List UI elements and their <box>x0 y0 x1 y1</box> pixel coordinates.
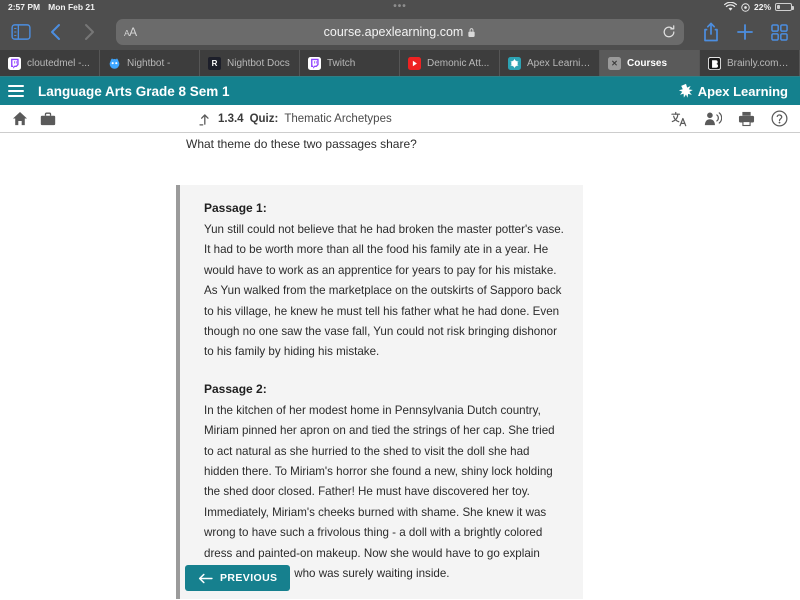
apex-icon <box>508 56 521 70</box>
location-icon <box>741 2 750 12</box>
battery-icon <box>775 3 794 11</box>
grid-icon[interactable] <box>768 21 790 43</box>
browser-tab[interactable]: Twitch <box>300 50 400 76</box>
previous-button[interactable]: PREVIOUS <box>185 565 291 591</box>
tab-label: Nightbot - <box>127 57 171 69</box>
lesson-number: 1.3.4 <box>218 112 244 125</box>
browser-tab[interactable]: Brainly.com -... <box>700 50 800 76</box>
tab-label: Nightbot Docs <box>227 57 290 69</box>
home-icon[interactable] <box>12 111 28 126</box>
passage-spacer <box>204 363 565 382</box>
multitask-handle[interactable]: ••• <box>0 2 800 12</box>
ios-status-bar: 2:57 PM Mon Feb 21 ••• 22% <box>0 0 800 14</box>
list-menu-icon[interactable] <box>8 85 24 97</box>
course-title: Language Arts Grade 8 Sem 1 <box>38 83 230 99</box>
brand-name: Apex Learning <box>697 83 788 99</box>
question-text: What theme do these two passages share? <box>186 137 417 151</box>
browser-tab-active[interactable]: ✕ Courses <box>600 50 700 76</box>
lock-icon <box>467 27 476 38</box>
tab-label: cloutedmel -... <box>27 57 90 69</box>
readme-icon: R <box>208 56 221 70</box>
passage-1-title: Passage 1: <box>204 201 267 215</box>
translate-icon[interactable] <box>671 111 688 127</box>
tab-label: Apex Learning <box>527 57 591 69</box>
briefcase-icon[interactable] <box>40 112 56 126</box>
share-icon[interactable] <box>700 21 722 43</box>
battery-percent: 22% <box>753 2 771 12</box>
browser-tab[interactable]: cloutedmel -... <box>0 50 100 76</box>
plus-icon[interactable] <box>734 21 756 43</box>
twitch-icon <box>308 56 321 70</box>
youtube-icon <box>408 56 421 70</box>
activity-title: Thematic Archetypes <box>284 112 392 125</box>
apex-learning-brand: Apex Learning <box>678 83 792 99</box>
tab-label: Twitch <box>327 57 356 69</box>
tab-label: Courses <box>627 57 668 69</box>
blank-page-icon: ✕ <box>608 56 621 70</box>
brainly-icon <box>708 56 721 70</box>
activity-breadcrumb: 1.3.4 Quiz: Thematic Archetypes <box>198 112 392 126</box>
browser-tab[interactable]: R Nightbot Docs <box>200 50 300 76</box>
safari-toolbar: AA course.apexlearning.com <box>0 14 800 50</box>
nightbot-icon <box>108 56 121 70</box>
address-bar[interactable]: AA course.apexlearning.com <box>116 19 684 45</box>
breadcrumb: 1.3.4 Quiz: Thematic Archetypes <box>0 105 800 133</box>
arrow-left-icon <box>198 573 213 584</box>
app-header: Language Arts Grade 8 Sem 1 Apex Learnin… <box>0 77 800 105</box>
browser-tab[interactable]: Apex Learning <box>500 50 600 76</box>
passage-1-text: Yun still could not believe that he had … <box>204 223 564 359</box>
sidebar-icon[interactable] <box>10 21 32 43</box>
tab-label: Demonic Att... <box>427 57 490 69</box>
passage-2-title: Passage 2: <box>204 381 267 396</box>
chevron-right-icon <box>78 21 100 43</box>
reload-icon[interactable] <box>662 25 676 39</box>
tab-label: Brainly.com -... <box>727 57 791 69</box>
activity-type: Quiz: <box>249 112 279 125</box>
passage-container: Passage 1: Yun still could not believe t… <box>176 185 583 599</box>
arrow-up-icon[interactable] <box>198 112 212 126</box>
wifi-icon <box>724 2 737 12</box>
browser-tab[interactable]: Demonic Att... <box>400 50 500 76</box>
chevron-left-icon[interactable] <box>44 21 66 43</box>
print-icon[interactable] <box>738 111 755 127</box>
quiz-content: What theme do these two passages share? … <box>0 133 800 599</box>
passage-2-text: In the kitchen of her modest home in Pen… <box>204 403 555 581</box>
browser-tab[interactable]: Nightbot - <box>100 50 200 76</box>
tab-strip: cloutedmel -... Nightbot - R Nightbot Do… <box>0 50 800 77</box>
url-display: course.apexlearning.com <box>116 25 684 39</box>
apex-logo-icon <box>678 83 694 99</box>
help-icon[interactable] <box>771 110 788 127</box>
previous-button-label: PREVIOUS <box>220 572 278 584</box>
twitch-icon <box>8 56 21 70</box>
read-aloud-icon[interactable] <box>704 111 722 126</box>
